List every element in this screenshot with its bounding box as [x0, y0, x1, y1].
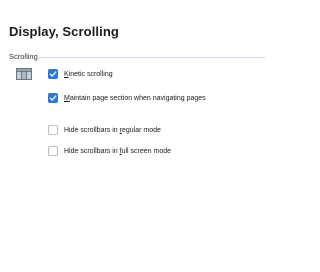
- page-title: Display, Scrolling: [9, 24, 119, 39]
- group-divider: [36, 57, 265, 58]
- checkbox-box[interactable]: [48, 93, 58, 103]
- option-label: Maintain page section when navigating pa…: [64, 94, 206, 102]
- checkmark-icon: [49, 71, 57, 77]
- hide-scrollbars-fullscreen-checkbox[interactable]: Hide scrollbars in full screen mode: [48, 145, 171, 157]
- scrolling-section-icon: [16, 67, 32, 80]
- hide-scrollbars-regular-checkbox[interactable]: Hide scrollbars in regular mode: [48, 124, 161, 136]
- checkbox-box[interactable]: [48, 146, 58, 156]
- checkbox-box[interactable]: [48, 69, 58, 79]
- checkmark-icon: [49, 95, 57, 101]
- kinetic-scrolling-checkbox[interactable]: Kinetic scrolling: [48, 68, 113, 80]
- checkbox-box[interactable]: [48, 125, 58, 135]
- option-label: Kinetic scrolling: [64, 70, 113, 78]
- settings-panel: Display, Scrolling Scrolling Kinetic scr…: [0, 0, 269, 272]
- maintain-page-section-checkbox[interactable]: Maintain page section when navigating pa…: [48, 92, 206, 104]
- option-label: Hide scrollbars in regular mode: [64, 126, 161, 134]
- group-label-scrolling: Scrolling: [9, 52, 38, 61]
- option-label: Hide scrollbars in full screen mode: [64, 147, 172, 155]
